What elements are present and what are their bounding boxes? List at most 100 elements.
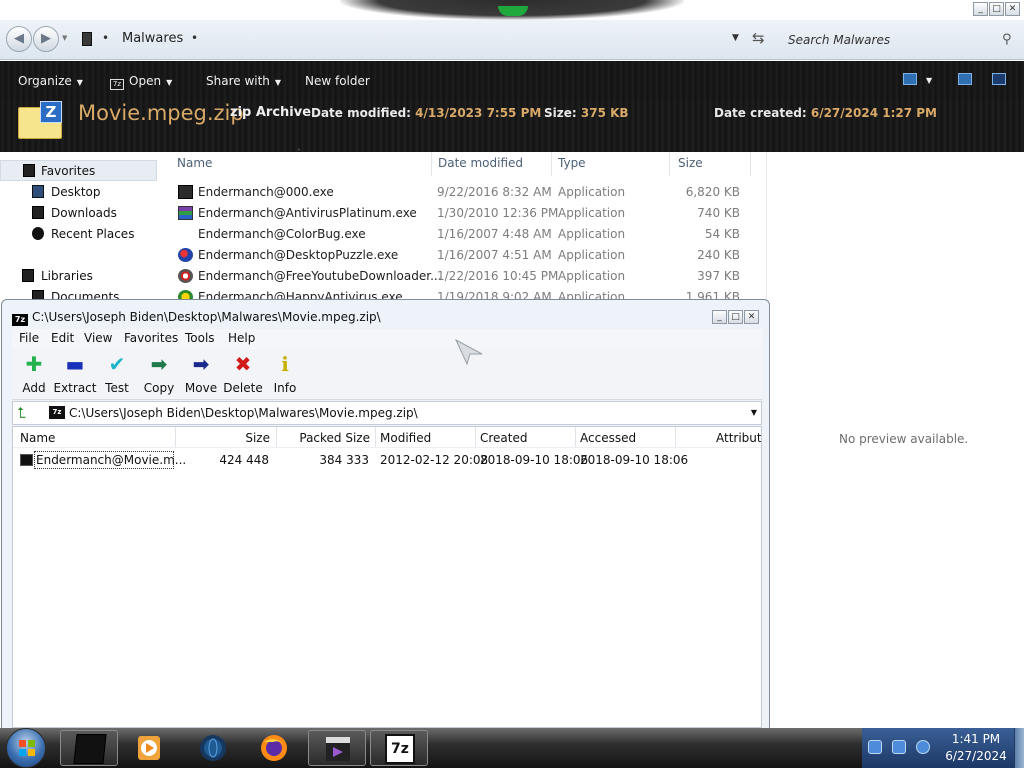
menu-favorites[interactable]: Favorites xyxy=(124,331,178,345)
open-button[interactable]: 7z Open ▼ xyxy=(110,74,172,90)
file-row[interactable]: Endermanch@DesktopPuzzle.exe 1/16/2007 4… xyxy=(170,245,760,266)
extract-button[interactable]: ▬ Extract xyxy=(53,351,97,397)
clock-date[interactable]: 6/27/2024 xyxy=(940,749,1012,763)
column-divider[interactable] xyxy=(375,427,376,447)
size-detail: Size: 375 KB xyxy=(544,106,629,120)
refresh-icon[interactable]: ⇆ xyxy=(752,29,765,47)
volume-icon[interactable] xyxy=(916,740,930,754)
add-button[interactable]: ✚ Add xyxy=(12,351,56,397)
column-header-size[interactable]: Size xyxy=(678,156,703,170)
nav-item-libraries[interactable]: Libraries xyxy=(0,266,157,287)
clock-time[interactable]: 1:41 PM xyxy=(948,732,1004,746)
column-divider[interactable] xyxy=(675,427,676,447)
file-row[interactable]: Endermanch@000.exe 9/22/2016 8:32 AM App… xyxy=(170,182,760,203)
column-header-packed-size[interactable]: Packed Size xyxy=(276,431,370,445)
move-button[interactable]: ➡ Move xyxy=(179,351,223,397)
breadcrumb-malwares[interactable]: Malwares xyxy=(122,31,183,46)
change-view-icon[interactable] xyxy=(903,73,917,85)
start-button[interactable] xyxy=(6,728,46,768)
network-icon[interactable] xyxy=(868,740,882,754)
column-header-type[interactable]: Type xyxy=(558,156,586,170)
nav-item-label: Recent Places xyxy=(51,227,135,241)
taskbar-explorer-button[interactable] xyxy=(60,730,118,766)
path-dropdown-icon[interactable]: ▼ xyxy=(751,408,757,417)
nav-item-label: Favorites xyxy=(41,164,96,178)
file-type: Application xyxy=(558,269,626,283)
show-desktop-button[interactable] xyxy=(1014,728,1024,768)
maximize-button[interactable]: □ xyxy=(989,2,1004,16)
archive-row[interactable]: Endermanch@Movie.m... 424 448 384 333 20… xyxy=(13,450,761,470)
menu-edit[interactable]: Edit xyxy=(51,331,74,345)
close-button[interactable]: ✕ xyxy=(744,310,759,324)
breadcrumb-separator[interactable]: • xyxy=(191,31,198,45)
minimize-button[interactable]: _ xyxy=(973,2,988,16)
column-header-name[interactable]: Name xyxy=(177,156,212,170)
help-icon[interactable] xyxy=(992,73,1006,85)
extract-icon: ▬ xyxy=(65,352,85,376)
executable-icon xyxy=(20,454,33,466)
column-header-size[interactable]: Size xyxy=(175,431,270,445)
breadcrumb-separator[interactable]: • xyxy=(102,31,109,45)
column-divider[interactable] xyxy=(551,152,552,176)
copy-icon: ➡ xyxy=(150,352,168,376)
column-divider[interactable] xyxy=(669,152,670,176)
taskbar-firefox-button[interactable] xyxy=(245,730,303,766)
column-divider[interactable] xyxy=(575,427,576,447)
menu-view[interactable]: View xyxy=(84,331,112,345)
file-size: 240 KB xyxy=(697,248,740,262)
search-icon[interactable]: ⚲ xyxy=(1002,32,1012,47)
file-row[interactable]: Endermanch@ColorBug.exe 1/16/2007 4:48 A… xyxy=(170,224,760,245)
column-divider[interactable] xyxy=(475,427,476,447)
share-with-button[interactable]: Share with ▼ xyxy=(206,74,281,88)
nav-item-desktop[interactable]: Desktop xyxy=(0,182,157,203)
menu-file[interactable]: File xyxy=(19,331,39,345)
nav-item-favorites[interactable]: Favorites xyxy=(0,160,157,181)
column-header-date-modified[interactable]: Date modified xyxy=(438,156,523,170)
info-button[interactable]: i Info xyxy=(263,351,307,397)
date-created-value: 6/27/2024 1:27 PM xyxy=(810,106,937,120)
display-icon[interactable] xyxy=(892,740,906,754)
organize-button[interactable]: Organize ▼ xyxy=(18,74,83,88)
sevenzip-title-bar[interactable]: 7z C:\Users\Joseph Biden\Desktop\Malwares… xyxy=(12,310,381,326)
address-dropdown-icon[interactable]: ▼ xyxy=(732,33,739,43)
column-header-accessed[interactable]: Accessed xyxy=(580,431,636,445)
minimize-button[interactable]: _ xyxy=(712,310,727,324)
test-button[interactable]: ✔ Test xyxy=(95,351,139,397)
menu-tools[interactable]: Tools xyxy=(185,331,215,345)
search-input[interactable] xyxy=(782,28,1020,52)
delete-button[interactable]: ✖ Delete xyxy=(221,351,265,397)
close-button[interactable]: ✕ xyxy=(1005,2,1020,16)
nav-item-recent-places[interactable]: Recent Places xyxy=(0,224,157,245)
column-header-name[interactable]: Name xyxy=(20,431,55,445)
view-dropdown-icon[interactable]: ▼ xyxy=(926,76,932,85)
taskbar-media-player-button[interactable] xyxy=(120,730,178,766)
file-size: 6,820 KB xyxy=(685,185,740,199)
column-header-attributes[interactable]: Attributes xyxy=(716,431,761,445)
nav-item-downloads[interactable]: Downloads xyxy=(0,203,157,224)
file-row[interactable]: Endermanch@AntivirusPlatinum.exe 1/30/20… xyxy=(170,203,760,224)
column-header-created[interactable]: Created xyxy=(480,431,528,445)
explorer-caption-buttons: _ □ ✕ xyxy=(973,2,1020,17)
preview-pane-icon[interactable] xyxy=(958,73,972,85)
nav-item-label: Libraries xyxy=(41,269,93,283)
new-folder-button[interactable]: New folder xyxy=(305,74,370,88)
column-divider[interactable] xyxy=(431,152,432,176)
back-button[interactable]: ◀ xyxy=(6,26,32,52)
menu-help[interactable]: Help xyxy=(228,331,255,345)
file-row[interactable]: Endermanch@FreeYoutubeDownloader... 1/22… xyxy=(170,266,760,287)
recent-pages-dropdown-icon[interactable]: ▼ xyxy=(62,34,67,42)
archive-item-accessed: 2018-09-10 18:06 xyxy=(580,453,689,467)
column-divider[interactable] xyxy=(750,152,751,176)
taskbar-7zip-button[interactable]: 7z xyxy=(370,730,428,766)
taskbar-movie-maker-button[interactable] xyxy=(308,730,366,766)
column-header-modified[interactable]: Modified xyxy=(380,431,431,445)
details-pane: Z Movie.mpeg.zip zip Archive Date modifi… xyxy=(0,101,1024,152)
path-input[interactable]: C:\Users\Joseph Biden\Desktop\Malwares\M… xyxy=(69,406,418,420)
winrar-icon xyxy=(178,206,193,220)
forward-button[interactable]: ▶ xyxy=(33,26,59,52)
taskbar-browser-button[interactable] xyxy=(184,730,242,766)
folder-up-icon[interactable]: ⮤ xyxy=(17,404,26,422)
sevenzip-caption-buttons: _ □ ✕ xyxy=(712,310,759,324)
maximize-button[interactable]: □ xyxy=(728,310,743,324)
copy-button[interactable]: ➡ Copy xyxy=(137,351,181,397)
